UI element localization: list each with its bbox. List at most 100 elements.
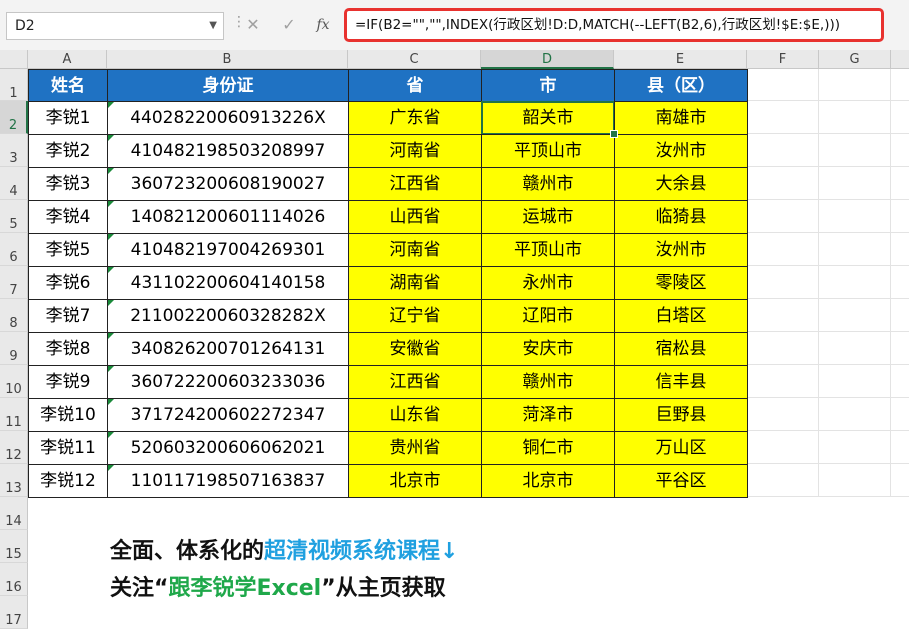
enter-icon[interactable]: ✓ [276,12,302,38]
grid-cell[interactable] [891,365,909,398]
grid-cell[interactable] [747,398,819,431]
table-cell[interactable]: 李锐12 [28,464,108,498]
header-cell-id[interactable]: 身份证 [107,69,349,102]
header-cell-city[interactable]: 市 [481,69,615,102]
table-cell[interactable]: 运城市 [481,200,615,234]
table-cell[interactable]: 44028220060913226X [107,101,349,135]
grid-cell[interactable] [747,266,819,299]
column-header-a[interactable]: A [28,50,107,69]
table-cell[interactable]: 韶关市 [481,101,615,135]
table-cell[interactable]: 李锐10 [28,398,108,432]
table-cell[interactable]: 赣州市 [481,167,615,201]
table-cell[interactable]: 410482198503208997 [107,134,349,168]
table-cell[interactable]: 山西省 [348,200,482,234]
table-cell[interactable]: 李锐4 [28,200,108,234]
table-cell[interactable]: 21100220060328282X [107,299,349,333]
grid-cell[interactable] [891,200,909,233]
table-cell[interactable]: 李锐8 [28,332,108,366]
table-cell[interactable]: 辽宁省 [348,299,482,333]
table-cell[interactable]: 410482197004269301 [107,233,349,267]
table-cell[interactable]: 白塔区 [614,299,748,333]
table-cell[interactable]: 北京市 [348,464,482,498]
header-cell-province[interactable]: 省 [348,69,482,102]
grid-cell[interactable] [891,398,909,431]
fill-handle[interactable] [610,130,618,138]
table-cell[interactable]: 信丰县 [614,365,748,399]
row-header-17[interactable]: 17 [0,596,28,629]
grid-cell[interactable] [891,233,909,266]
row-header-15[interactable]: 15 [0,530,28,563]
grid-cell[interactable] [747,134,819,167]
grid-cell[interactable] [747,365,819,398]
table-cell[interactable]: 安庆市 [481,332,615,366]
table-cell[interactable]: 汝州市 [614,134,748,168]
table-cell[interactable]: 李锐9 [28,365,108,399]
table-cell[interactable]: 140821200601114026 [107,200,349,234]
row-header-16[interactable]: 16 [0,563,28,596]
grid-cell[interactable] [747,464,819,497]
table-cell[interactable]: 520603200606062021 [107,431,349,465]
grid-cell[interactable] [819,134,891,167]
table-cell[interactable]: 河南省 [348,134,482,168]
table-cell[interactable]: 广东省 [348,101,482,135]
table-cell[interactable]: 431102200604140158 [107,266,349,300]
table-cell[interactable]: 340826200701264131 [107,332,349,366]
grid-cell[interactable] [747,332,819,365]
table-cell[interactable]: 平顶山市 [481,134,615,168]
grid-cell[interactable] [819,398,891,431]
table-cell[interactable]: 110117198507163837 [107,464,349,498]
grid-cell[interactable] [819,266,891,299]
grid-cell[interactable] [891,101,909,134]
table-cell[interactable]: 李锐6 [28,266,108,300]
header-cell-county[interactable]: 县（区） [614,69,748,102]
insert-function-icon[interactable]: fx [310,12,336,38]
grid-cell[interactable] [747,299,819,332]
table-cell[interactable]: 360723200608190027 [107,167,349,201]
row-header-10[interactable]: 10 [0,365,28,398]
column-header-c[interactable]: C [348,50,481,69]
grid-cell[interactable] [819,299,891,332]
row-header-7[interactable]: 7 [0,266,28,299]
table-cell[interactable]: 赣州市 [481,365,615,399]
row-header-14[interactable]: 14 [0,497,28,530]
table-cell[interactable]: 北京市 [481,464,615,498]
grid-cell[interactable] [819,431,891,464]
table-cell[interactable]: 江西省 [348,167,482,201]
grid-cell[interactable] [819,365,891,398]
row-header-1[interactable]: 1 [0,69,28,101]
grid-cell[interactable] [747,167,819,200]
grid-cell[interactable] [819,464,891,497]
grid-cell[interactable] [747,101,819,134]
column-header-d[interactable]: D [481,50,614,69]
table-cell[interactable]: 山东省 [348,398,482,432]
row-header-6[interactable]: 6 [0,233,28,266]
column-header-e[interactable]: E [614,50,747,69]
table-cell[interactable]: 李锐11 [28,431,108,465]
table-cell[interactable]: 宿松县 [614,332,748,366]
row-header-4[interactable]: 4 [0,167,28,200]
grid-cell[interactable] [747,431,819,464]
name-box[interactable]: D2 ▼ [6,12,224,40]
table-cell[interactable]: 平谷区 [614,464,748,498]
table-cell[interactable]: 南雄市 [614,101,748,135]
table-cell[interactable]: 371724200602272347 [107,398,349,432]
cancel-icon[interactable]: ✕ [240,12,266,38]
column-header-b[interactable]: B [107,50,348,69]
table-cell[interactable]: 零陵区 [614,266,748,300]
row-header-12[interactable]: 12 [0,431,28,464]
select-all-corner[interactable] [0,50,28,69]
table-cell[interactable]: 李锐2 [28,134,108,168]
table-cell[interactable]: 360722200603233036 [107,365,349,399]
grid-cell[interactable] [891,464,909,497]
table-cell[interactable]: 巨野县 [614,398,748,432]
chevron-down-icon[interactable]: ▼ [209,13,217,39]
table-cell[interactable]: 铜仁市 [481,431,615,465]
table-cell[interactable]: 李锐5 [28,233,108,267]
row-header-5[interactable]: 5 [0,200,28,233]
grid-cell[interactable] [891,431,909,464]
table-cell[interactable]: 江西省 [348,365,482,399]
grid-cell[interactable] [747,200,819,233]
grid-cell[interactable] [819,167,891,200]
table-cell[interactable]: 万山区 [614,431,748,465]
grid-cell[interactable] [747,69,819,101]
